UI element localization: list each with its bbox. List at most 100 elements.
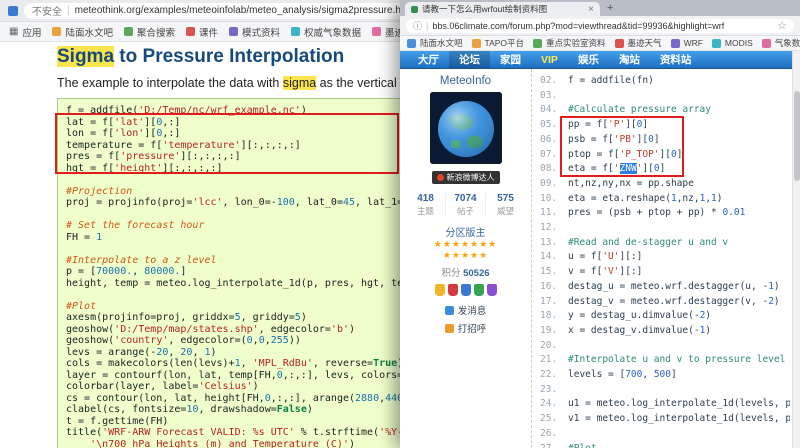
- action-label: 打招呼: [458, 321, 487, 335]
- bookmark-label: TAPO平台: [485, 37, 525, 49]
- scrollbar-thumb[interactable]: [794, 91, 800, 181]
- bookmark-item[interactable]: 课件: [186, 25, 218, 39]
- bookmark-label: 应用: [22, 25, 41, 39]
- code-text: v1 = meteo.log_interpolate_1d(levels, pr…: [568, 412, 790, 427]
- new-tab-button[interactable]: +: [607, 1, 613, 16]
- line-number: 26.: [540, 427, 562, 442]
- code-text: [568, 221, 574, 236]
- username-link[interactable]: MeteoInfo: [400, 75, 531, 87]
- browser-tab[interactable]: 请教一下怎么用wrfout绘制资料图 ×: [405, 2, 600, 16]
- code-text: [568, 427, 574, 442]
- bookmark-item[interactable]: 模式资料: [229, 25, 280, 39]
- line-number: 19.: [540, 324, 562, 339]
- scrollbar[interactable]: [792, 51, 800, 448]
- page-info-icon[interactable]: ⓘ: [413, 19, 422, 32]
- code-text: #Plot: [568, 442, 597, 448]
- code-text: #Interpolate u and v to pressure level: [568, 353, 785, 368]
- line-number: 06.: [540, 133, 562, 148]
- code-line: 13.#Read and de-stagger u and v: [540, 236, 790, 251]
- bookmark-favicon-icon: [372, 27, 381, 36]
- security-label: 不安全: [32, 3, 62, 18]
- bookmark-label: 陆面水文吧: [65, 25, 113, 39]
- score-value[interactable]: 50526: [463, 268, 489, 279]
- stat-label: 主题: [406, 205, 445, 217]
- bookmark-star-icon-right[interactable]: ☆: [777, 19, 787, 32]
- apps-grid-icon: ▦: [9, 27, 18, 37]
- bookmark-item[interactable]: 陆面水文吧: [52, 25, 113, 39]
- bookmark-favicon-icon: [671, 39, 680, 48]
- code-text: pres = (psb + ptop + pp) * 0.01: [568, 206, 745, 221]
- code-line: 22.levels = [700, 500]: [540, 368, 790, 383]
- bookmark-item[interactable]: 墨迹天气: [615, 37, 662, 49]
- profile-action[interactable]: 打招呼: [445, 321, 487, 335]
- bookmark-item[interactable]: 气象数据资料网: [762, 37, 800, 49]
- code-line: 25.v1 = meteo.log_interpolate_1d(levels,…: [540, 412, 790, 427]
- profile-stat[interactable]: 7074帖子: [445, 193, 485, 217]
- bookmark-item[interactable]: TAPO平台: [472, 37, 525, 49]
- bookmark-label: 模式资料: [242, 25, 280, 39]
- bookmark-favicon-icon: [472, 39, 481, 48]
- forum-nav-item[interactable]: VIP: [531, 51, 568, 68]
- forum-nav-item[interactable]: 淘站: [609, 51, 650, 68]
- line-number: 22.: [540, 368, 562, 383]
- bookmark-favicon-icon: [712, 39, 721, 48]
- code-line: 10.eta = eta.reshape(1,nz,1,1): [540, 192, 790, 207]
- code-line: 04.#Calculate pressure array: [540, 103, 790, 118]
- bookmark-item[interactable]: WRF: [671, 38, 703, 48]
- forum-nav-item[interactable]: 大厅: [408, 51, 449, 68]
- bookmark-favicon-icon: [533, 39, 542, 48]
- code-text: eta = eta.reshape(1,nz,1,1): [568, 192, 723, 207]
- line-number: 07.: [540, 148, 562, 163]
- user-role[interactable]: 分区版主: [400, 224, 531, 239]
- bookmarks-bar-right: » 陆面水文吧TAPO平台重点实验室资料墨迹天气WRFMODIS气象数据资料网气…: [400, 36, 800, 51]
- badge-label: 新浪微博达人: [447, 172, 495, 183]
- code-text: nt,nz,ny,nx = pp.shape: [568, 177, 694, 192]
- profile-stats: 418主题7074帖子575威望: [406, 193, 525, 217]
- bookmark-favicon-icon: [407, 39, 416, 48]
- medal-icon: [474, 284, 484, 296]
- forum-nav-item[interactable]: 资料站: [650, 51, 702, 68]
- code-line: 21. #Interpolate u and v to pressure leve…: [540, 353, 790, 368]
- code-line: 16.destag_u = meteo.wrf.destagger(u, -1): [540, 280, 790, 295]
- code-line: 03.: [540, 89, 790, 104]
- code-text: u = f['U'][:]: [568, 250, 642, 265]
- bookmark-item[interactable]: 陆面水文吧: [407, 37, 463, 49]
- forum-nav-item[interactable]: 论坛: [449, 51, 490, 68]
- desktop: 不安全 | meteothink.org/examples/meteoinfol…: [0, 0, 800, 448]
- greet-icon: [445, 324, 454, 333]
- bookmark-label: 陆面水文吧: [420, 37, 463, 49]
- line-number: 14.: [540, 250, 562, 265]
- line-number: 15.: [540, 265, 562, 280]
- address-bar-right[interactable]: ⓘ | bbs.06climate.com/forum.php?mod=view…: [406, 19, 794, 33]
- post-code-block: 02.f = addfile(fn)03. 04.#Calculate pres…: [540, 74, 790, 448]
- browser-window-right: 请教一下怎么用wrfout绘制资料图 × + ⓘ | bbs.06climate…: [400, 0, 800, 448]
- line-number: 21.: [540, 353, 562, 368]
- bookmark-item[interactable]: 重点实验室资料: [533, 37, 606, 49]
- action-label: 发消息: [458, 303, 487, 317]
- bookmark-label: WRF: [684, 38, 703, 48]
- medal-icon: [487, 284, 497, 296]
- user-avatar[interactable]: [430, 92, 502, 164]
- profile-action[interactable]: 发消息: [445, 303, 487, 317]
- bookmark-item[interactable]: 聚合搜索: [124, 25, 175, 39]
- profile-stat[interactable]: 575威望: [485, 193, 525, 217]
- page-title-rest: to Pressure Interpolation: [114, 46, 344, 67]
- weibo-badge[interactable]: 新浪微博达人: [432, 171, 500, 184]
- stat-value: 7074: [446, 193, 485, 204]
- profile-stat[interactable]: 418主题: [406, 193, 445, 217]
- forum-nav-item[interactable]: 家园: [490, 51, 531, 68]
- line-number: 13.: [540, 236, 562, 251]
- earth-globe-icon: [430, 92, 502, 164]
- code-text: y = destag_u.dimvalue(-2): [568, 309, 711, 324]
- bookmark-label: 气象数据资料网: [775, 37, 800, 49]
- code-text: destag_v = meteo.wrf.destagger(v, -2): [568, 295, 780, 310]
- bookmark-favicon-icon: [186, 27, 195, 36]
- code-text: v = f['V'][:]: [568, 265, 642, 280]
- forum-nav-item[interactable]: 娱乐: [568, 51, 609, 68]
- tab-close-icon[interactable]: ×: [588, 4, 594, 15]
- line-number: 27.: [540, 442, 562, 448]
- code-text: u1 = meteo.log_interpolate_1d(levels, pr…: [568, 397, 790, 412]
- bookmark-item[interactable]: ▦ 应用: [9, 25, 41, 39]
- bookmark-item[interactable]: MODIS: [712, 38, 753, 48]
- bookmark-item[interactable]: 权威气象数据: [291, 25, 361, 39]
